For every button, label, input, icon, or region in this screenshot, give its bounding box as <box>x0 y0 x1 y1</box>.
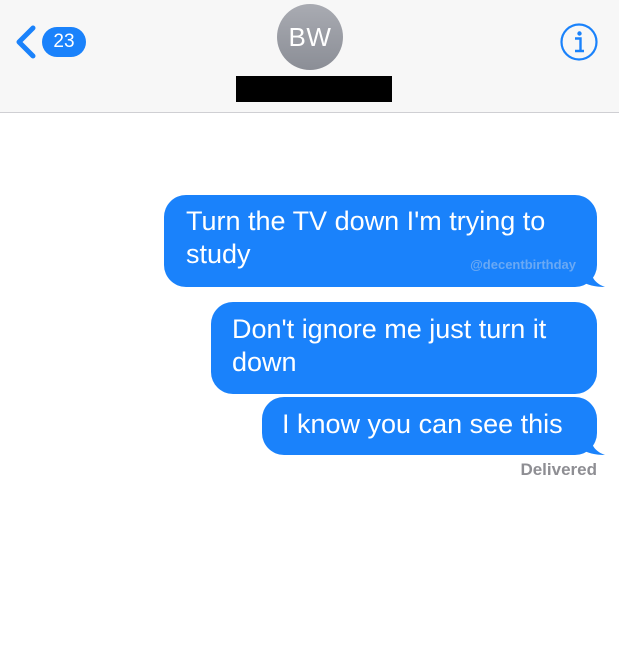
message-text: I know you can see this <box>282 409 563 439</box>
message-bubble[interactable]: I know you can see this <box>262 397 605 455</box>
unread-count-badge: 23 <box>42 27 86 57</box>
conversation-header: 23 BW <box>0 0 619 113</box>
message-bubble[interactable]: Don't ignore me just turn it down <box>211 302 597 394</box>
message-text: Don't ignore me just turn it down <box>232 314 547 377</box>
contact-avatar[interactable]: BW <box>277 4 343 70</box>
redacted-contact-name <box>236 76 392 102</box>
watermark-text: @decentbirthday <box>470 257 576 272</box>
delivery-status: Delivered <box>520 460 597 479</box>
info-icon <box>560 23 598 61</box>
bubble-tail <box>581 437 605 455</box>
info-button[interactable] <box>559 22 599 62</box>
message-bubble[interactable]: Turn the TV down I'm trying to study @de… <box>164 195 605 287</box>
back-button[interactable]: 23 <box>14 22 86 62</box>
chevron-left-icon <box>16 25 36 59</box>
bubble-tail <box>581 269 605 287</box>
